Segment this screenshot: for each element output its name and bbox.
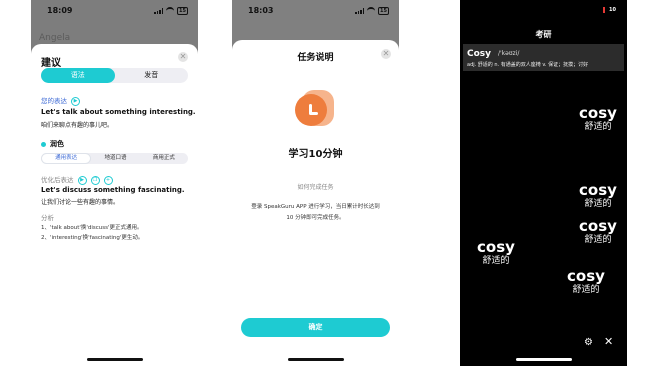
- floating-word-text: cosy: [579, 181, 617, 199]
- phone-vocab: 10 考研 Cosy /'kəʊzi/ adj. 舒适的 n. 有通盖的双人座椅…: [460, 0, 627, 366]
- word-phonetic: /'kəʊzi/: [498, 50, 520, 57]
- original-chinese: 咱们来聊点有趣的事儿吧。: [41, 122, 114, 129]
- task-description: 登录 SpeakGuru APP 进行学习，当日累计时长达到 10 分钟即可完成…: [242, 202, 389, 224]
- signal-icon: [154, 8, 164, 14]
- floating-word-meaning: 舒适的: [584, 122, 612, 132]
- tab-business[interactable]: 商用正式: [140, 153, 188, 164]
- analysis-line-2: 2、'interesting'换'fascinating'更生动。: [41, 235, 144, 241]
- floating-word-meaning: 舒适的: [584, 235, 612, 245]
- floating-word[interactable]: cosy 舒适的: [477, 238, 515, 267]
- how-to-label: 如何完成任务: [297, 184, 334, 191]
- phone-task: 18:03 15 任务说明 ✕ 学习10分钟 如何完成任务 登录 SpeakGu…: [232, 0, 399, 366]
- nav-title: 考研: [535, 30, 552, 39]
- task-description-line-2: 10 分钟即可完成任务。: [286, 215, 345, 221]
- background-title: Angela: [39, 33, 71, 43]
- signal-icon: [355, 8, 365, 14]
- close-icon[interactable]: ✕: [381, 49, 391, 59]
- floating-word-text: cosy: [579, 104, 617, 122]
- dot-icon: [41, 141, 46, 147]
- optimized-label: 优化后表达 ▶ ❐ +: [41, 174, 113, 185]
- analysis-label: 分析: [41, 214, 54, 222]
- your-expression-label: 您的表达 ▶: [41, 95, 80, 106]
- status-bar: 10: [476, 6, 617, 18]
- clock-icon: [295, 90, 335, 130]
- phone-suggestion: 18:09 15 Angela 建议 ✕ 语法 发音 您的表达 ▶ Let's t…: [31, 0, 198, 366]
- home-indicator: [515, 358, 572, 361]
- status-time: 18:09: [47, 6, 73, 15]
- floating-word-meaning: 舒适的: [572, 285, 600, 295]
- recording-indicator: [603, 7, 606, 13]
- polish-section: 润色: [41, 139, 64, 149]
- word-text: Cosy: [467, 49, 492, 59]
- original-english: Let's talk about something interesting.: [41, 108, 196, 116]
- analysis-line-1: 1、'talk about'换'discuss'更正式通用。: [41, 225, 143, 231]
- task-description-line-1: 登录 SpeakGuru APP 进行学习，当日累计时长达到: [251, 204, 380, 210]
- battery-icon: 15: [378, 7, 389, 15]
- task-goal: 学习10分钟: [288, 149, 343, 160]
- tab-general[interactable]: 通用表达: [41, 153, 92, 164]
- optimized-chinese: 让我们讨论一些有趣的事情。: [41, 199, 120, 206]
- wifi-icon: [367, 7, 376, 15]
- play-icon[interactable]: ▶: [71, 96, 80, 106]
- home-indicator: [287, 358, 344, 361]
- floating-word-meaning: 舒适的: [482, 256, 510, 266]
- home-indicator: [86, 358, 143, 361]
- tab-grammar[interactable]: 语法: [41, 68, 115, 83]
- floating-word[interactable]: cosy 舒适的: [567, 267, 605, 296]
- style-tabs: 通用表达 地道口语 商用正式: [41, 153, 188, 164]
- confirm-button[interactable]: 确定: [241, 318, 390, 337]
- word-card[interactable]: Cosy /'kəʊzi/ adj. 舒适的 n. 有通盖的双人座椅 v. 保证…: [463, 44, 624, 71]
- floating-word-text: cosy: [477, 238, 515, 256]
- gear-icon[interactable]: ⚙: [584, 337, 593, 348]
- mode-tabs: 语法 发音: [41, 68, 188, 83]
- suggestion-sheet: 建议 ✕ 语法 发音 您的表达 ▶ Let's talk about someth…: [31, 44, 198, 366]
- sheet-title: 建议: [41, 58, 61, 69]
- tab-colloquial[interactable]: 地道口语: [91, 153, 139, 164]
- task-sheet: 任务说明 ✕ 学习10分钟 如何完成任务 登录 SpeakGuru APP 进行…: [232, 40, 399, 366]
- floating-word-meaning: 舒适的: [584, 199, 612, 209]
- play-icon[interactable]: ▶: [77, 175, 87, 185]
- battery-icon: 10: [609, 7, 616, 13]
- floating-word-text: cosy: [567, 267, 605, 285]
- floating-word-text: cosy: [579, 217, 617, 235]
- task-title: 任务说明: [297, 53, 334, 63]
- status-bar: 18:09 15: [47, 6, 188, 18]
- tab-pronunciation[interactable]: 发音: [115, 68, 189, 83]
- floating-word[interactable]: cosy 舒适的: [579, 104, 617, 133]
- copy-icon[interactable]: ❐: [90, 175, 100, 185]
- close-icon[interactable]: ✕: [178, 52, 188, 62]
- optimized-english: Let's discuss something fascinating.: [41, 186, 185, 194]
- word-definition: adj. 舒适的 n. 有通盖的双人座椅 v. 保证；抚摸；讨好: [467, 62, 589, 68]
- floating-word[interactable]: cosy 舒适的: [579, 217, 617, 246]
- status-time: 18:03: [248, 6, 274, 15]
- close-icon[interactable]: ✕: [604, 335, 613, 348]
- battery-icon: 15: [177, 7, 188, 15]
- status-bar: 18:03 15: [248, 6, 389, 18]
- wifi-icon: [166, 7, 175, 15]
- floating-word[interactable]: cosy 舒适的: [579, 181, 617, 210]
- add-icon[interactable]: +: [103, 175, 113, 185]
